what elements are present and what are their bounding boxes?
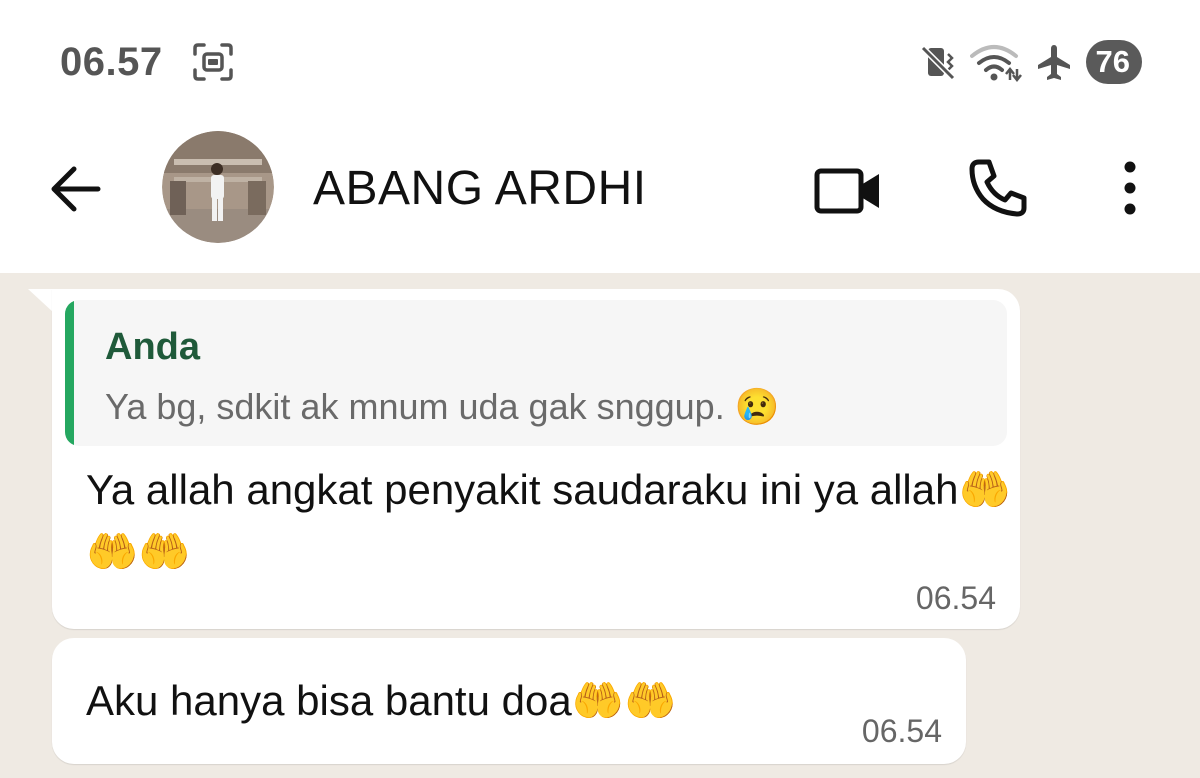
message-text: Aku hanya bisa bantu doa🤲🤲 [86,677,677,724]
more-vertical-icon[interactable] [1108,157,1152,219]
airplane-icon [1037,45,1070,80]
status-time: 06.57 [60,40,163,84]
message-text: Ya allah angkat penyakit saudaraku ini y… [86,466,1011,575]
status-bar: 06.57 76 [0,0,1200,125]
quote-bar [65,300,74,446]
chat-area: Anda Ya bg, sdkit ak mnum uda gak snggup… [0,273,1200,778]
wifi-icon [969,45,1022,82]
battery-indicator: 76 [1085,40,1142,84]
bubble-tail [28,289,54,313]
contact-name[interactable]: ABANG ARDHI [313,161,647,216]
quote-text: Ya bg, sdkit ak mnum uda gak snggup. 😢 [105,386,780,427]
arrow-left-icon[interactable] [46,159,106,219]
quote-author: Anda [105,326,200,368]
screenshot-icon [193,43,233,81]
message-bubble[interactable]: Anda Ya bg, sdkit ak mnum uda gak snggup… [52,289,1020,629]
vibrate-mute-icon [920,45,955,81]
phone-icon[interactable] [965,155,1031,221]
message-bubble[interactable]: Aku hanya bisa bantu doa🤲🤲 06.54 [52,638,966,764]
message-time: 06.54 [915,580,996,616]
video-call-icon[interactable] [812,161,884,221]
chat-header: ABANG ARDHI [0,125,1200,273]
quoted-message[interactable]: Anda Ya bg, sdkit ak mnum uda gak snggup… [65,300,1007,446]
message-time: 06.54 [861,713,942,749]
status-icons: 76 [920,36,1142,88]
avatar[interactable] [162,131,274,243]
